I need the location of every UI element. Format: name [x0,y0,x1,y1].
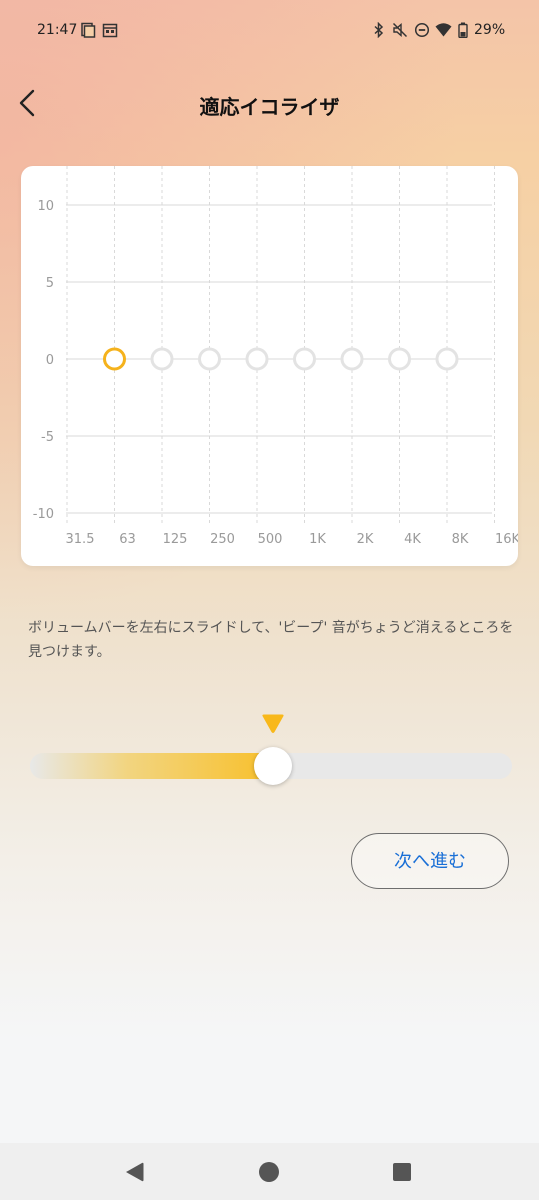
eq-y-tick-label: -5 [41,430,54,445]
eq-band-label: 31.5 [66,532,95,547]
eq-band-point[interactable] [150,347,174,371]
eq-band-point[interactable] [103,347,126,371]
slider-marker-icon [262,714,284,733]
status-time: 21:47 [37,22,78,38]
nav-bar [0,1143,539,1200]
eq-band-point[interactable] [435,347,459,371]
volume-slider[interactable] [29,712,513,792]
slider-thumb[interactable] [254,747,292,785]
bluetooth-icon [374,22,384,38]
eq-band-label: 8K [452,532,469,547]
eq-band-label: 16K [495,532,518,547]
eq-band-point[interactable] [340,347,364,371]
mute-icon [392,22,408,38]
eq-band-label: 125 [163,532,188,547]
calendar-icon [102,23,118,38]
eq-band-label: 63 [119,532,136,547]
equalizer-graph: 10 5 0 -5 -10 31.5 63 125 250 500 1K 2K 4K 8K 16K [33,166,518,547]
eq-y-tick-label: 5 [46,276,54,291]
slider-fill [30,753,271,779]
equalizer-card: 10 5 0 -5 -10 31.5 63 125 250 500 1K 2K 4K 8K 16K [21,166,518,566]
eq-y-tick-label: -10 [33,507,54,522]
status-bar: 21:47 29% [0,0,539,62]
home-circle-icon[interactable] [256,1159,282,1185]
battery-icon [458,22,468,38]
eq-band-label: 4K [404,532,421,547]
eq-band-label: 500 [258,532,283,547]
battery-percent: 29% [474,22,506,38]
instruction-text: ボリュームバーを左右にスライドして、'ビープ' 音がちょうど消えるところを見つけ… [28,620,514,660]
wifi-icon [435,23,452,37]
back-triangle-icon[interactable] [122,1159,148,1185]
screenshot-icon [81,22,96,38]
eq-band-label: 2K [357,532,374,547]
header: 適応イコライザ [0,75,539,135]
eq-y-tick-label: 10 [37,199,54,214]
eq-band-label: 1K [309,532,326,547]
eq-y-tick-label: 0 [46,353,54,368]
recents-square-icon[interactable] [389,1159,415,1185]
eq-band-label: 250 [210,532,235,547]
page-title: 適応イコライザ [199,95,340,119]
eq-band-point[interactable] [388,347,411,371]
eq-band-point[interactable] [293,347,316,371]
eq-band-point[interactable] [245,347,269,371]
dnd-icon [414,22,430,38]
eq-band-point[interactable] [198,347,221,371]
next-button[interactable]: 次へ進む [351,833,509,889]
